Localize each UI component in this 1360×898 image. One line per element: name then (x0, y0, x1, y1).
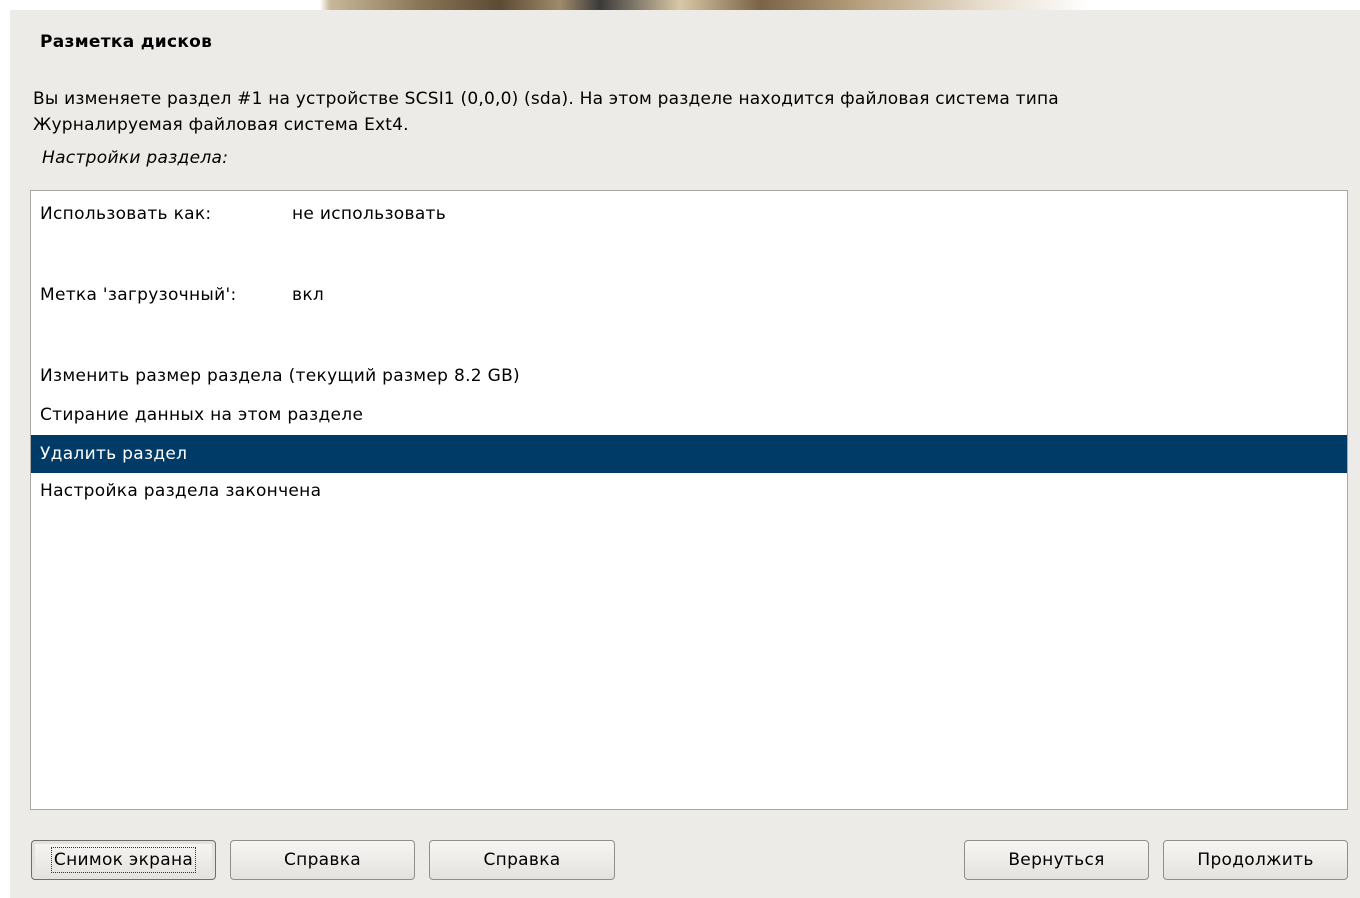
help-button[interactable]: Справка (230, 840, 415, 880)
list-item-bootable-flag[interactable]: Метка 'загрузочный': вкл (31, 276, 1347, 314)
list-item-use-as[interactable]: Использовать как: не использовать (31, 195, 1347, 233)
screenshot-button-label: Снимок экрана (50, 847, 197, 873)
list-item-label: Изменить размер раздела (текущий размер … (40, 366, 520, 386)
list-item-value: не использовать (292, 204, 447, 224)
help-button-label: Справка (284, 850, 361, 870)
list-item-resize-partition[interactable]: Изменить размер раздела (текущий размер … (31, 357, 1347, 395)
list-item-done-setting-up[interactable]: Настройка раздела закончена (31, 472, 1347, 510)
list-item-label: Настройка раздела закончена (40, 481, 322, 501)
help-button-secondary-label: Справка (483, 850, 561, 870)
description-line-2: Журналируемая файловая система Ext4. (33, 115, 409, 135)
list-item-label: Использовать как: (40, 204, 212, 224)
list-item-delete-partition[interactable]: Удалить раздел (31, 435, 1347, 473)
page-title: Разметка дисков (40, 32, 213, 52)
help-button-secondary[interactable]: Справка (429, 840, 615, 880)
screenshot-button[interactable]: Снимок экрана (31, 840, 216, 880)
partition-settings-heading: Настройки раздела: (42, 148, 229, 168)
list-item-label: Метка 'загрузочный': (40, 285, 237, 305)
list-item-label: Удалить раздел (40, 444, 188, 464)
list-item-value: вкл (292, 285, 325, 305)
continue-button[interactable]: Продолжить (1163, 840, 1348, 880)
partition-description: Вы изменяете раздел #1 на устройстве SCS… (33, 86, 1313, 138)
partition-settings-list[interactable]: Использовать как: не использовать Метка … (30, 190, 1348, 810)
back-button-label: Вернуться (1008, 850, 1105, 870)
description-line-1: Вы изменяете раздел #1 на устройстве SCS… (33, 89, 1059, 109)
list-item-erase-data[interactable]: Стирание данных на этом разделе (31, 396, 1347, 434)
continue-button-label: Продолжить (1197, 850, 1314, 870)
desktop-banner-strip (0, 0, 1360, 10)
partitioner-dialog: Разметка дисков Вы изменяете раздел #1 н… (10, 10, 1360, 898)
back-button[interactable]: Вернуться (964, 840, 1149, 880)
list-item-label: Стирание данных на этом разделе (40, 405, 364, 425)
